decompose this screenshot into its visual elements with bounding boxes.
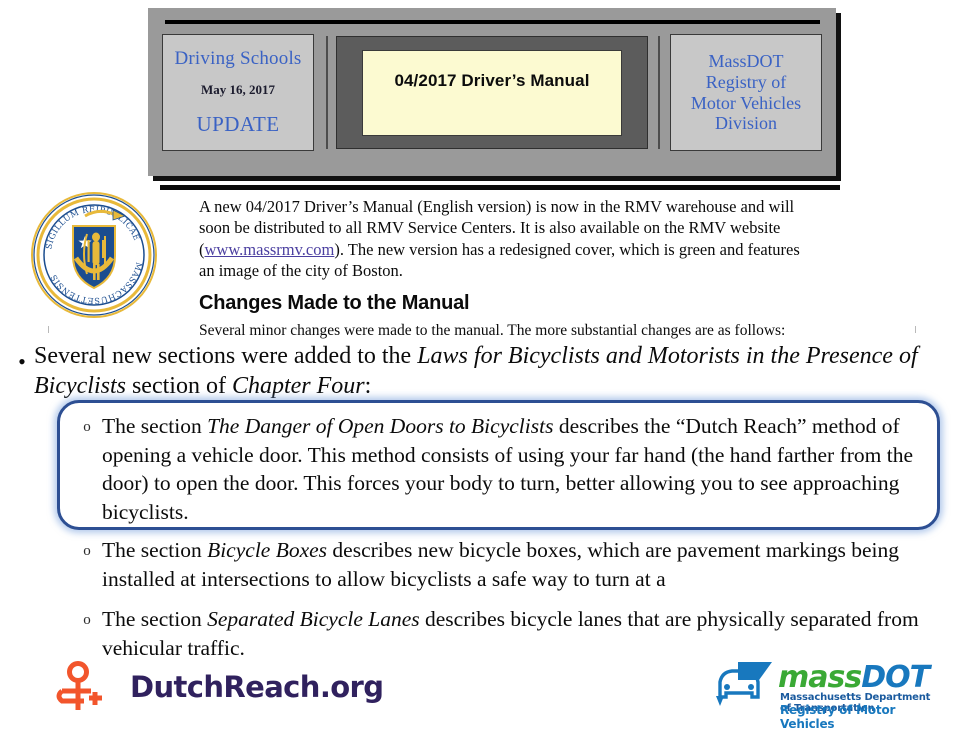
changes-subtext: Several minor changes were made to the m… [199,321,786,339]
header-right-box: MassDOT Registry of Motor Vehicles Divis… [670,34,822,151]
header-top-rule [165,20,820,24]
sub-bullet-marker-icon: o [83,612,91,628]
header-banner: Driving Schools May 16, 2017 UPDATE 04/2… [148,8,836,176]
intro-block: A new 04/2017 Driver’s Manual (English v… [199,196,806,340]
sub2-italic: Bicycle Boxes [207,538,328,562]
intro-paragraph: A new 04/2017 Driver’s Manual (English v… [199,196,806,282]
massachusetts-state-seal: SIGILLUM REIPUBLICAE MASSACHUSETTENSIS [29,190,159,320]
main-bullet-text: Several new sections were added to the L… [34,342,950,402]
dutchreach-wordmark: DutchReach.org [130,670,384,704]
massdot-tagline-2: Registry of Motor Vehicles [780,703,896,731]
massdot-word-dot: DOT [861,660,930,695]
sub1-part1: The section [102,414,208,438]
sub-bullet-text-bicycle-boxes: The section Bicycle Boxes describes new … [102,536,922,593]
header-divider-left [326,36,328,149]
changes-heading: Changes Made to the Manual [199,291,470,314]
rmv-line-2: Registry of [705,71,787,92]
sub-bullet-text-separated-lanes: The section Separated Bicycle Lanes desc… [102,605,922,662]
sub-bullet-marker-icon: o [83,543,91,559]
sub-bullet-item-separated-lanes: o The section Separated Bicycle Lanes de… [72,605,938,662]
sub-bullet-item-bicycle-boxes: o The section Bicycle Boxes describes ne… [72,536,938,593]
massdot-car-icon [716,662,772,706]
rmv-line-3: Motor Vehicles [690,92,802,113]
sub-bullet-item-dutch-reach: o The section The Danger of Open Doors t… [72,412,938,526]
margin-tick-right [915,326,916,333]
manual-title-plate: 04/2017 Driver’s Manual [362,50,622,136]
massdot-wordmark: massDOT [778,660,930,695]
main-bullet-part1: Several new sections were added to the [34,343,418,369]
header-center-frame: 04/2017 Driver’s Manual [336,36,648,149]
header-inner-row: Driving Schools May 16, 2017 UPDATE 04/2… [162,34,822,156]
header-bottom-rule [160,184,840,190]
sub1-italic: The Danger of Open Doors to Bicyclists [207,414,554,438]
rmv-line-1: MassDOT [708,51,784,72]
driving-schools-title: Driving Schools [174,48,302,69]
bullet-dot-icon: • [18,349,26,374]
update-label: UPDATE [196,112,280,136]
main-bullet-part3: : [364,372,372,399]
sub-bullet-text-dutch-reach: The section The Danger of Open Doors to … [102,412,932,526]
header-left-box: Driving Schools May 16, 2017 UPDATE [162,34,314,151]
sub3-italic: Separated Bicycle Lanes [207,607,420,631]
main-bullet-italic2: Chapter Four [231,372,365,399]
margin-tick-left [48,326,49,333]
rmv-website-link[interactable]: www.massrmv.com [205,240,335,259]
dutchreach-logo[interactable]: DutchReach.org [44,660,384,716]
header-divider-right [658,36,660,149]
manual-title-text: 04/2017 Driver’s Manual [394,71,590,90]
update-date: May 16, 2017 [200,82,276,97]
rmv-line-4: Division [714,113,777,134]
sub-bullet-marker-icon: o [83,419,91,435]
sub2-part1: The section [102,538,208,562]
main-bullet-item: • Several new sections were added to the… [10,342,950,402]
dutch-reach-figure-icon [56,661,102,710]
sub3-part1: The section [102,607,208,631]
massdot-word-mass: mass [778,660,862,695]
massdot-logo[interactable]: massDOT Massachusetts Department of Tran… [712,660,944,731]
main-bullet-part2: section of [125,372,232,399]
